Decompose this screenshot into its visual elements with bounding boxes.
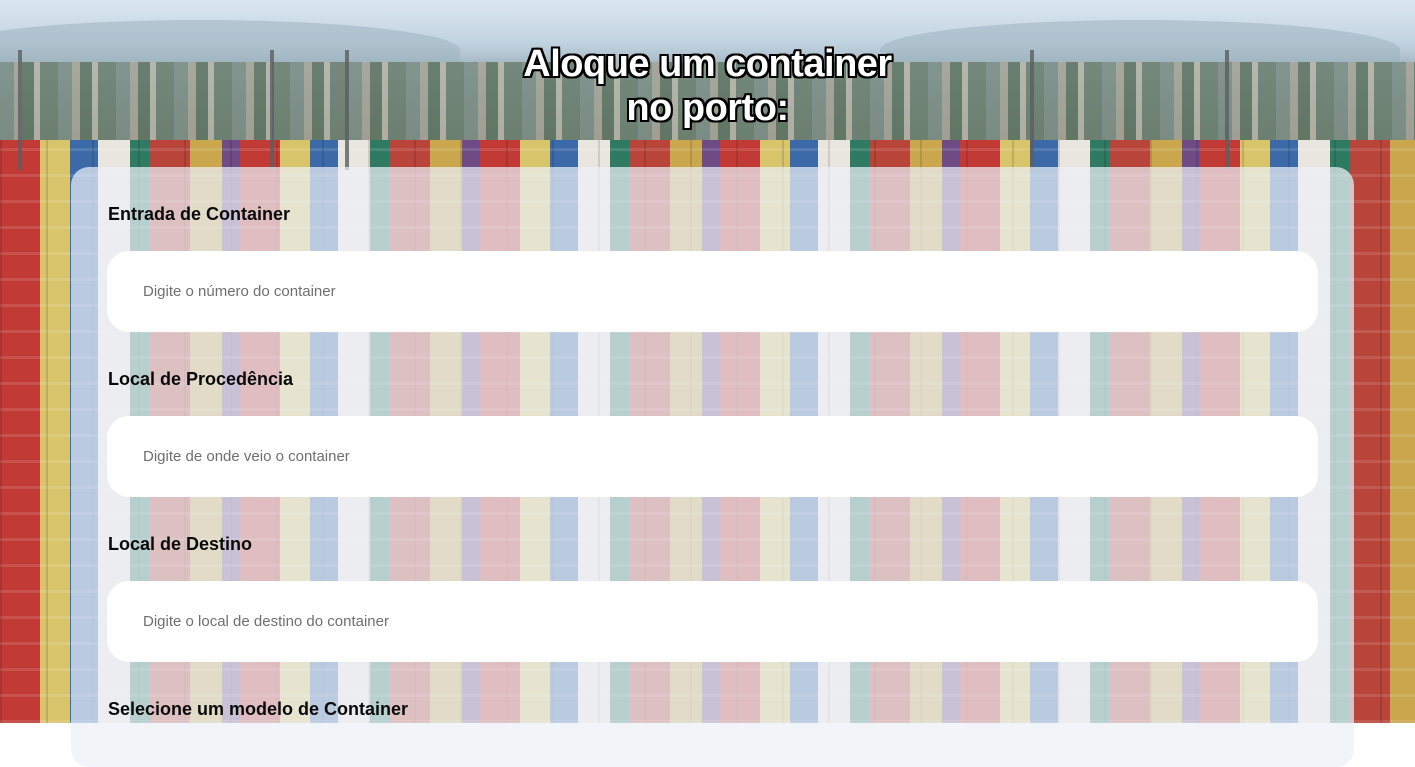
page-title-line-1: Aloque um container xyxy=(523,43,892,85)
page-title: Aloque um container no porto: xyxy=(0,42,1415,130)
container-model-label: Selecione um modelo de Container xyxy=(108,699,409,719)
page-title-line-2: no porto: xyxy=(626,87,789,129)
origin-label: Local de Procedência xyxy=(108,369,294,389)
destination-label: Local de Destino xyxy=(108,534,253,554)
container-number-input[interactable] xyxy=(107,251,1318,332)
origin-input[interactable] xyxy=(107,416,1318,497)
container-number-label: Entrada de Container xyxy=(108,204,291,224)
destination-input[interactable] xyxy=(107,581,1318,662)
